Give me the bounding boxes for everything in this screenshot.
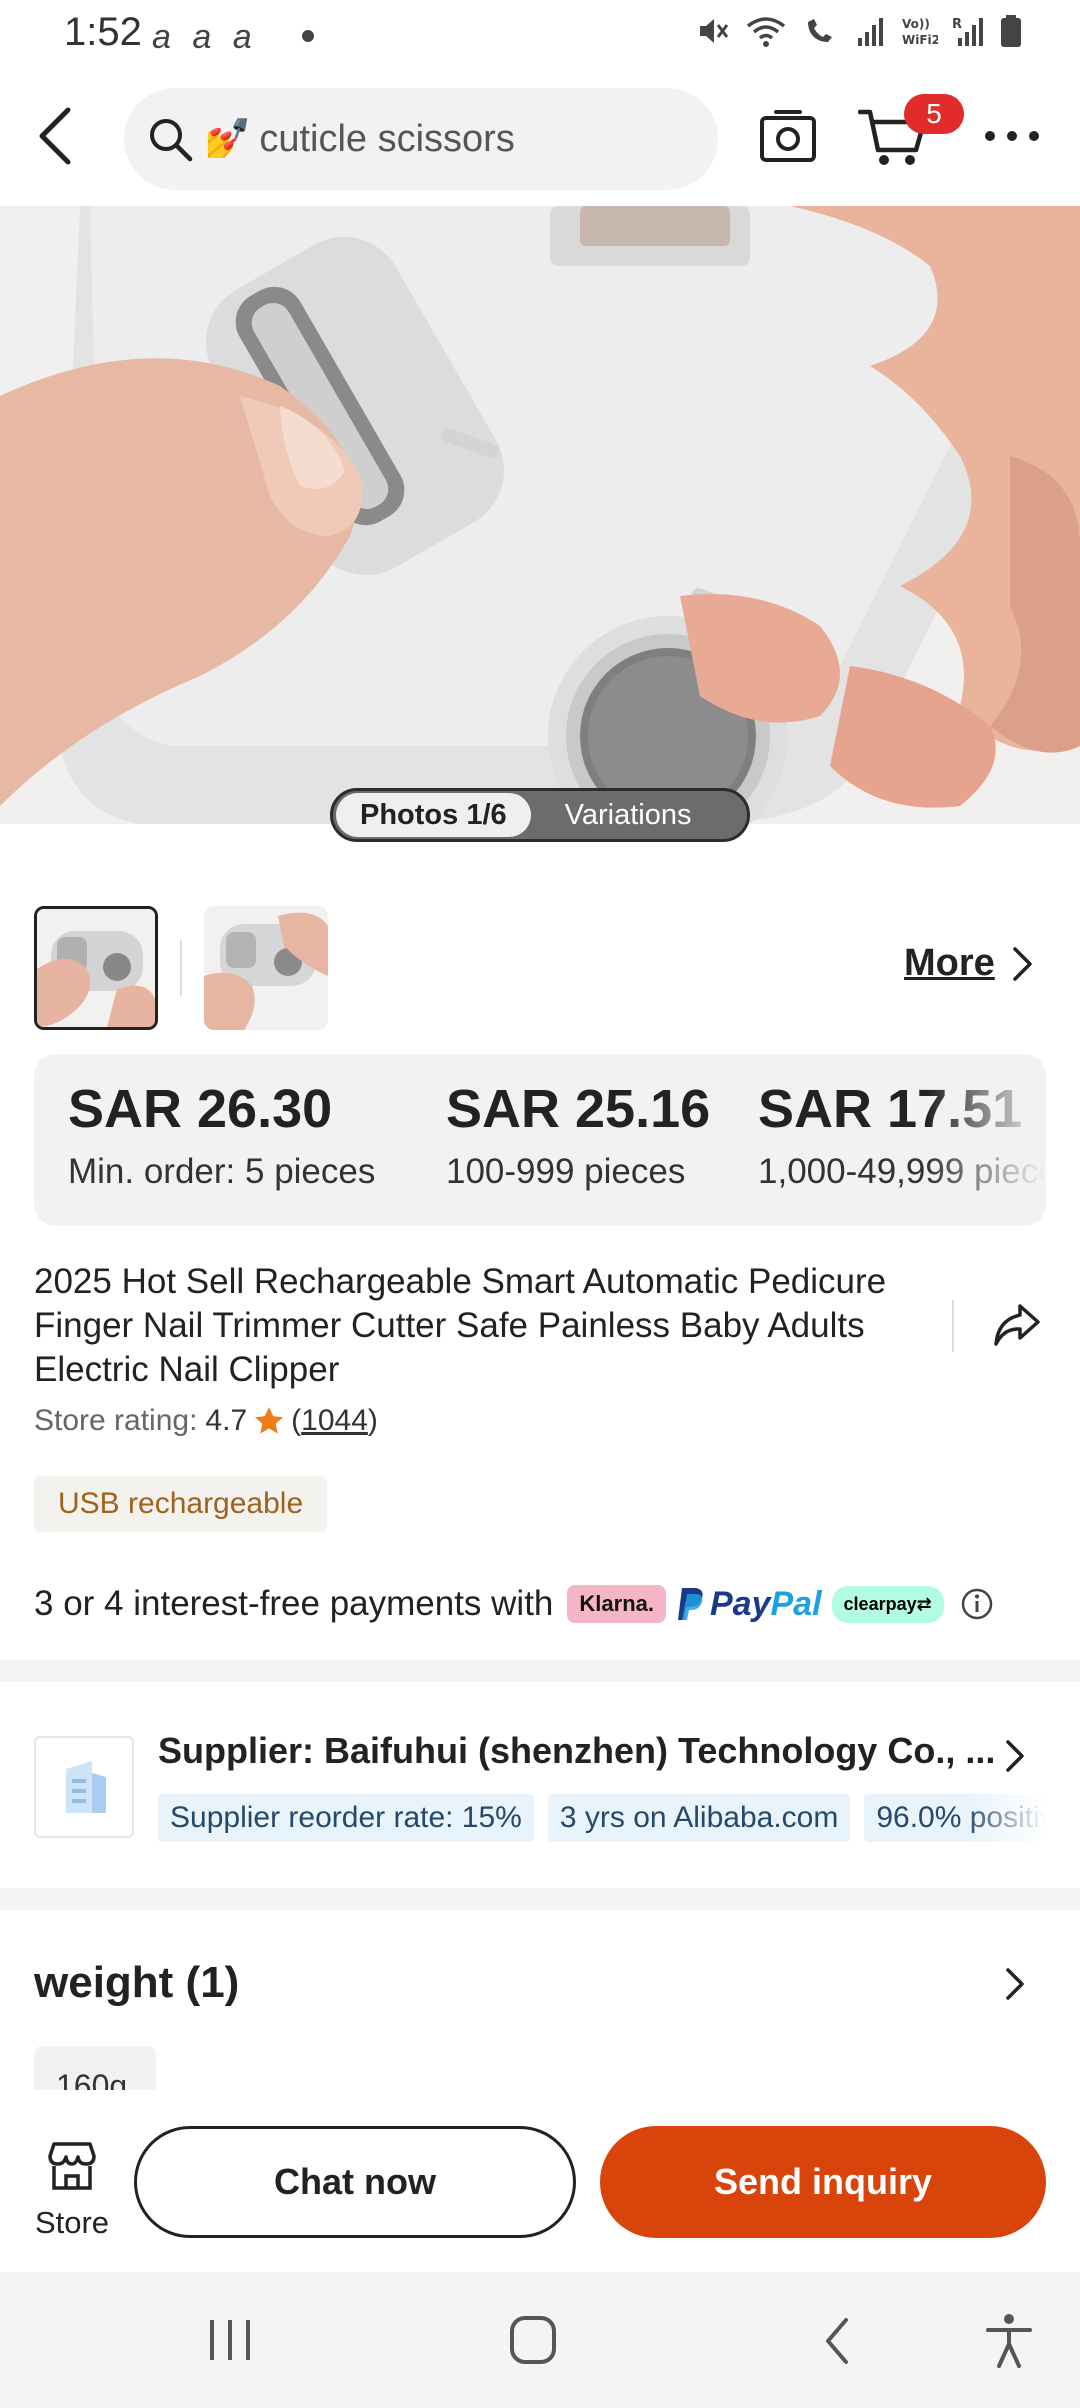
mute-icon xyxy=(700,19,729,43)
volte-icon: Vo)) WiFi2 xyxy=(902,17,938,47)
more-photos-link[interactable]: More xyxy=(904,942,1035,985)
payment-options[interactable]: 3 or 4 interest-free payments with Klarn… xyxy=(34,1578,994,1630)
section-divider xyxy=(0,1888,1080,1910)
supplier-badge: 3 yrs on Alibaba.com xyxy=(547,1794,851,1842)
tab-photos[interactable]: Photos 1/6 xyxy=(336,793,531,837)
section-divider xyxy=(0,1660,1080,1682)
klarna-logo: Klarna. xyxy=(567,1585,666,1623)
chat-now-button[interactable]: Chat now xyxy=(134,2126,576,2238)
clearpay-logo: clearpay⇄ xyxy=(831,1585,944,1623)
scroll-fade xyxy=(966,1794,1046,1842)
more-label: More xyxy=(904,942,995,984)
system-nav-bar xyxy=(0,2272,1080,2408)
svg-text:R: R xyxy=(952,17,962,32)
price-tier: SAR 25.16 100-999 pieces xyxy=(446,1078,710,1192)
store-label: Store xyxy=(34,2205,110,2240)
share-icon[interactable] xyxy=(992,1300,1042,1350)
status-bar: 1:52 a a a Vo)) WiFi2 R xyxy=(0,0,1080,70)
supplier-name[interactable]: Supplier: Baifuhui (shenzhen) Technology… xyxy=(158,1730,998,1772)
chevron-right-icon[interactable] xyxy=(1000,1966,1032,2002)
tier-price: SAR 25.16 xyxy=(446,1079,711,1139)
tier-price: SAR 26.30 xyxy=(68,1079,333,1139)
paypal-text-b: Pal xyxy=(770,1584,822,1623)
store-icon xyxy=(48,2142,96,2190)
payments-text: 3 or 4 interest-free payments with xyxy=(34,1584,554,1623)
battery-icon xyxy=(1001,15,1021,47)
tier-quantity: 100-999 pieces xyxy=(446,1152,686,1191)
notification-dot xyxy=(302,30,314,42)
wifi-calling-icon xyxy=(808,19,832,42)
thumbnail-divider xyxy=(180,940,182,996)
svg-text:Vo)): Vo)) xyxy=(902,17,930,31)
supplier-logo[interactable] xyxy=(34,1736,134,1838)
system-icons: Vo)) WiFi2 R xyxy=(696,14,1022,48)
rating-count[interactable]: (1044) xyxy=(291,1404,378,1438)
feature-tag: USB rechargeable xyxy=(34,1476,328,1532)
info-icon[interactable] xyxy=(960,1587,994,1621)
paypal-logo: PayPal xyxy=(676,1585,822,1624)
price-tiers: SAR 26.30 Min. order: 5 pieces SAR 25.16… xyxy=(34,1054,1046,1226)
accessibility-icon[interactable] xyxy=(984,2312,1034,2368)
home-icon[interactable] xyxy=(508,2314,558,2366)
wifi-icon xyxy=(746,17,786,47)
camera-search-icon[interactable] xyxy=(758,106,818,166)
tier-quantity: Min. order: 5 pieces xyxy=(68,1152,376,1191)
scroll-fade xyxy=(926,1054,1046,1226)
rating-count-value: 1044 xyxy=(301,1404,368,1437)
store-button[interactable]: Store xyxy=(24,2138,120,2240)
product-image[interactable] xyxy=(0,206,1080,824)
status-time: 1:52 xyxy=(64,10,142,54)
svg-text:WiFi2: WiFi2 xyxy=(902,33,938,47)
thumbnail-2[interactable] xyxy=(204,906,328,1030)
search-query: cuticle scissors xyxy=(259,117,515,160)
system-back-icon[interactable] xyxy=(820,2316,854,2366)
thumbnail-strip xyxy=(34,906,328,1030)
rating-count-open: ( xyxy=(291,1404,302,1437)
cart-count-badge: 5 xyxy=(904,94,964,134)
search-icon xyxy=(150,119,193,162)
notification-icons: a a a xyxy=(152,18,258,56)
top-nav: 💅 cuticle scissors 5 xyxy=(0,80,1080,196)
store-rating: Store rating: 4.7 (1044) xyxy=(34,1404,378,1438)
action-bar: Store Chat now Send inquiry xyxy=(0,2092,1080,2272)
chevron-right-icon xyxy=(1013,946,1032,981)
search-input[interactable]: 💅 cuticle scissors xyxy=(124,88,718,190)
recent-apps-icon[interactable] xyxy=(206,2316,256,2364)
send-inquiry-button[interactable]: Send inquiry xyxy=(600,2126,1046,2238)
star-icon xyxy=(255,1407,284,1434)
more-options-icon[interactable] xyxy=(982,118,1042,154)
thumbnail-1[interactable] xyxy=(34,906,158,1030)
rating-count-close: ) xyxy=(367,1404,378,1437)
paypal-text-a: Pay xyxy=(710,1584,771,1623)
signal-2-icon: R xyxy=(952,17,983,46)
building-icon xyxy=(66,1761,106,1813)
price-tier: SAR 26.30 Min. order: 5 pieces xyxy=(68,1078,375,1192)
gallery-toggle: Photos 1/6 Variations xyxy=(330,788,750,842)
paypal-icon xyxy=(678,1588,703,1620)
supplier-badge: Supplier reorder rate: 15% xyxy=(158,1794,534,1842)
weight-title[interactable]: weight (1) xyxy=(34,1958,239,2008)
rating-label: Store rating: xyxy=(34,1404,198,1437)
tab-variations[interactable]: Variations xyxy=(541,793,716,837)
title-divider xyxy=(952,1300,954,1352)
rating-value: 4.7 xyxy=(205,1404,248,1437)
weight-option-label: 160g xyxy=(56,2068,128,2090)
signal-icon xyxy=(858,18,883,46)
chevron-right-icon[interactable] xyxy=(1000,1738,1032,1774)
back-arrow-icon[interactable] xyxy=(26,104,90,168)
supplier-badges: Supplier reorder rate: 15% 3 yrs on Alib… xyxy=(158,1794,1046,1842)
product-title: 2025 Hot Sell Rechargeable Smart Automat… xyxy=(34,1262,887,1389)
nail-polish-emoji: 💅 xyxy=(204,118,252,160)
weight-option[interactable]: 160g xyxy=(34,2046,156,2090)
